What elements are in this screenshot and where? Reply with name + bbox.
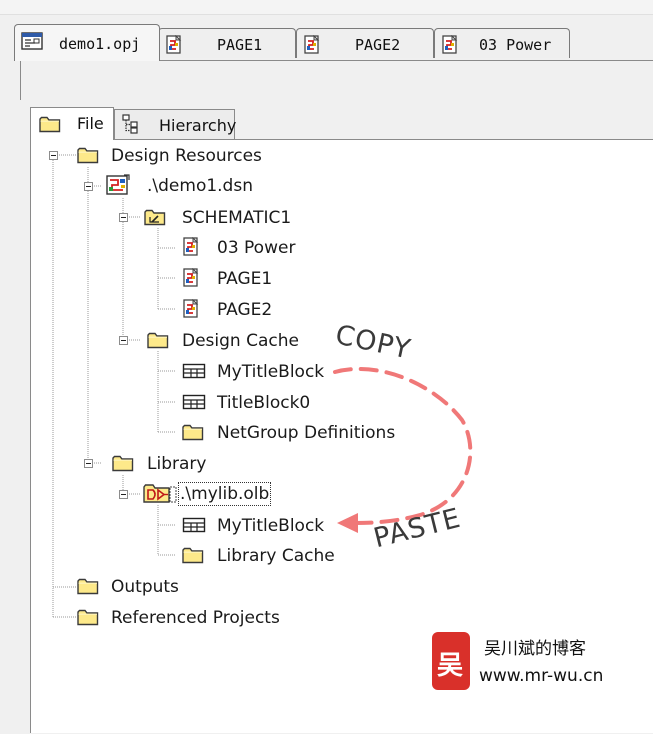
tab-demo1-opj[interactable]: demo1.opj [14,24,160,61]
tab-file[interactable]: File [30,107,114,140]
arrowhead-icon [337,513,358,533]
tab-label: demo1.opj [59,35,141,53]
tab-label: File [77,114,104,133]
watermark-url: www.mr-wu.cn [479,666,604,686]
folder-icon [39,115,61,133]
seal-logo: 吴 [432,632,470,690]
project-icon [21,31,43,51]
watermark-name: 吴川斌的博客 [484,639,586,659]
